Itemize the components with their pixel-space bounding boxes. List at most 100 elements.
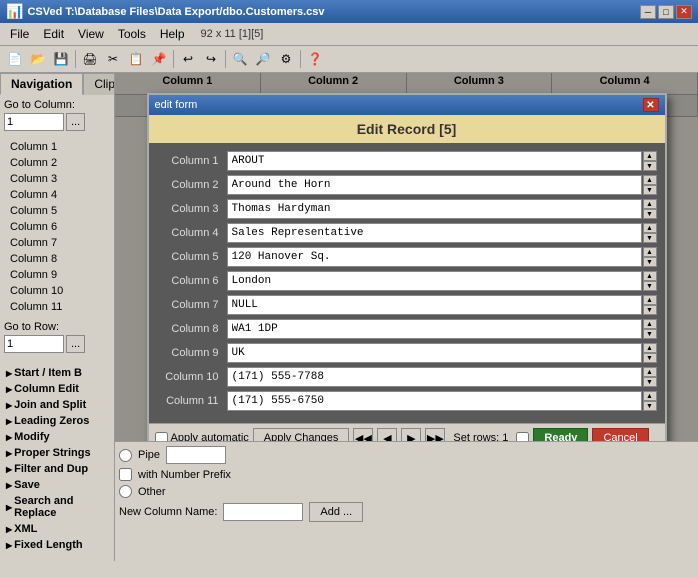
spin-up-6[interactable]: ▲ (643, 271, 657, 281)
spin-down-4[interactable]: ▼ (643, 233, 657, 243)
column-item-8[interactable]: Column 8 (6, 251, 108, 267)
field-input-2[interactable] (227, 175, 642, 195)
spin-down-1[interactable]: ▼ (643, 161, 657, 171)
toolbar-save[interactable]: 💾 (50, 48, 72, 70)
field-input-7[interactable] (227, 295, 642, 315)
close-button[interactable]: ✕ (676, 5, 692, 19)
spin-down-3[interactable]: ▼ (643, 209, 657, 219)
spin-up-9[interactable]: ▲ (643, 343, 657, 353)
column-item-4[interactable]: Column 4 (6, 187, 108, 203)
toolbar-paste[interactable]: 📌 (148, 48, 170, 70)
spin-up-7[interactable]: ▲ (643, 295, 657, 305)
toolbar-help[interactable]: ❓ (304, 48, 326, 70)
sidebar-section-filter-dup[interactable]: ▶ Filter and Dup (4, 461, 110, 477)
modal-header-text: Edit Record [5] (357, 121, 457, 137)
column-item-10[interactable]: Column 10 (6, 283, 108, 299)
spin-down-2[interactable]: ▼ (643, 185, 657, 195)
minimize-button[interactable]: ─ (640, 5, 656, 19)
spin-up-11[interactable]: ▲ (643, 391, 657, 401)
menu-file[interactable]: File (4, 25, 35, 43)
field-input-8[interactable] (227, 319, 642, 339)
column-item-7[interactable]: Column 7 (6, 235, 108, 251)
tab-navigation[interactable]: Navigation (0, 73, 83, 95)
toolbar-undo[interactable]: ↩ (177, 48, 199, 70)
section-label-filter-dup: Filter and Dup (14, 463, 88, 475)
number-prefix-checkbox[interactable] (119, 468, 132, 481)
spin-down-7[interactable]: ▼ (643, 305, 657, 315)
column-item-9[interactable]: Column 9 (6, 267, 108, 283)
section-label-search-replace: Search and Replace (14, 495, 108, 519)
column-item-5[interactable]: Column 5 (6, 203, 108, 219)
spin-up-5[interactable]: ▲ (643, 247, 657, 257)
toolbar-redo[interactable]: ↪ (200, 48, 222, 70)
new-column-name-input[interactable] (223, 503, 303, 521)
other-radio[interactable] (119, 485, 132, 498)
modal-close-button[interactable]: ✕ (643, 98, 659, 112)
pipe-label: Pipe (138, 449, 160, 461)
menu-help[interactable]: Help (154, 25, 191, 43)
section-label-start-item: Start / Item B (14, 367, 82, 379)
goto-row-input[interactable] (4, 335, 64, 353)
spin-up-1[interactable]: ▲ (643, 151, 657, 161)
field-input-3[interactable] (227, 199, 642, 219)
sidebar-section-save[interactable]: ▶ Save (4, 477, 110, 493)
column-item-2[interactable]: Column 2 (6, 155, 108, 171)
spin-down-8[interactable]: ▼ (643, 329, 657, 339)
spin-down-6[interactable]: ▼ (643, 281, 657, 291)
spin-up-3[interactable]: ▲ (643, 199, 657, 209)
field-input-5[interactable] (227, 247, 642, 267)
menu-view[interactable]: View (72, 25, 110, 43)
field-input-9[interactable] (227, 343, 642, 363)
field-label-3: Column 3 (157, 203, 227, 215)
column-item-6[interactable]: Column 6 (6, 219, 108, 235)
field-input-10[interactable] (227, 367, 642, 387)
sidebar-section-modify[interactable]: ▶ Modify (4, 429, 110, 445)
toolbar-new[interactable]: 📄 (4, 48, 26, 70)
pipe-radio[interactable] (119, 449, 132, 462)
toolbar-settings[interactable]: ⚙ (275, 48, 297, 70)
column-item-11[interactable]: Column 11 (6, 299, 108, 315)
other-label: Other (138, 486, 166, 498)
field-input-11[interactable] (227, 391, 642, 411)
column-item-3[interactable]: Column 3 (6, 171, 108, 187)
spin-up-4[interactable]: ▲ (643, 223, 657, 233)
menu-edit[interactable]: Edit (37, 25, 70, 43)
sidebar-tabs: Navigation Clipboard (0, 73, 114, 95)
sidebar-section-search-replace[interactable]: ▶ Search and Replace (4, 493, 110, 521)
spin-down-11[interactable]: ▼ (643, 401, 657, 411)
goto-row-button[interactable]: ... (66, 335, 85, 353)
field-input-1[interactable] (227, 151, 642, 171)
toolbar-zoom[interactable]: 🔎 (252, 48, 274, 70)
spin-down-9[interactable]: ▼ (643, 353, 657, 363)
spin-up-2[interactable]: ▲ (643, 175, 657, 185)
section-label-fixed-length: Fixed Length (14, 539, 82, 551)
column-item-1[interactable]: Column 1 (6, 139, 108, 155)
sidebar-section-fixed-length[interactable]: ▶ Fixed Length (4, 537, 110, 553)
number-prefix-label: with Number Prefix (138, 469, 231, 481)
pipe-input[interactable] (166, 446, 226, 464)
spin-up-8[interactable]: ▲ (643, 319, 657, 329)
spin-down-10[interactable]: ▼ (643, 377, 657, 387)
spin-up-10[interactable]: ▲ (643, 367, 657, 377)
sidebar-section-xml[interactable]: ▶ XML (4, 521, 110, 537)
section-label-leading-zeros: Leading Zeros (14, 415, 89, 427)
maximize-button[interactable]: □ (658, 5, 674, 19)
menu-tools[interactable]: Tools (112, 25, 152, 43)
spin-down-5[interactable]: ▼ (643, 257, 657, 267)
toolbar-open[interactable]: 📂 (27, 48, 49, 70)
sidebar-section-start-item[interactable]: ▶ Start / Item B (4, 365, 110, 381)
sidebar-section-leading-zeros[interactable]: ▶ Leading Zeros (4, 413, 110, 429)
toolbar-copy[interactable]: 📋 (125, 48, 147, 70)
field-input-6[interactable] (227, 271, 642, 291)
goto-column-input[interactable] (4, 113, 64, 131)
sidebar-section-column-edit[interactable]: ▶ Column Edit (4, 381, 110, 397)
toolbar-find[interactable]: 🔍 (229, 48, 251, 70)
toolbar-cut[interactable]: ✂ (102, 48, 124, 70)
field-input-4[interactable] (227, 223, 642, 243)
toolbar-print[interactable]: 🖨 (79, 48, 101, 70)
sidebar-section-join-split[interactable]: ▶ Join and Split (4, 397, 110, 413)
goto-column-button[interactable]: ... (66, 113, 85, 131)
sidebar-section-proper-strings[interactable]: ▶ Proper Strings (4, 445, 110, 461)
add-button[interactable]: Add ... (309, 502, 363, 522)
tab-clipboard[interactable]: Clipboard (83, 73, 115, 95)
